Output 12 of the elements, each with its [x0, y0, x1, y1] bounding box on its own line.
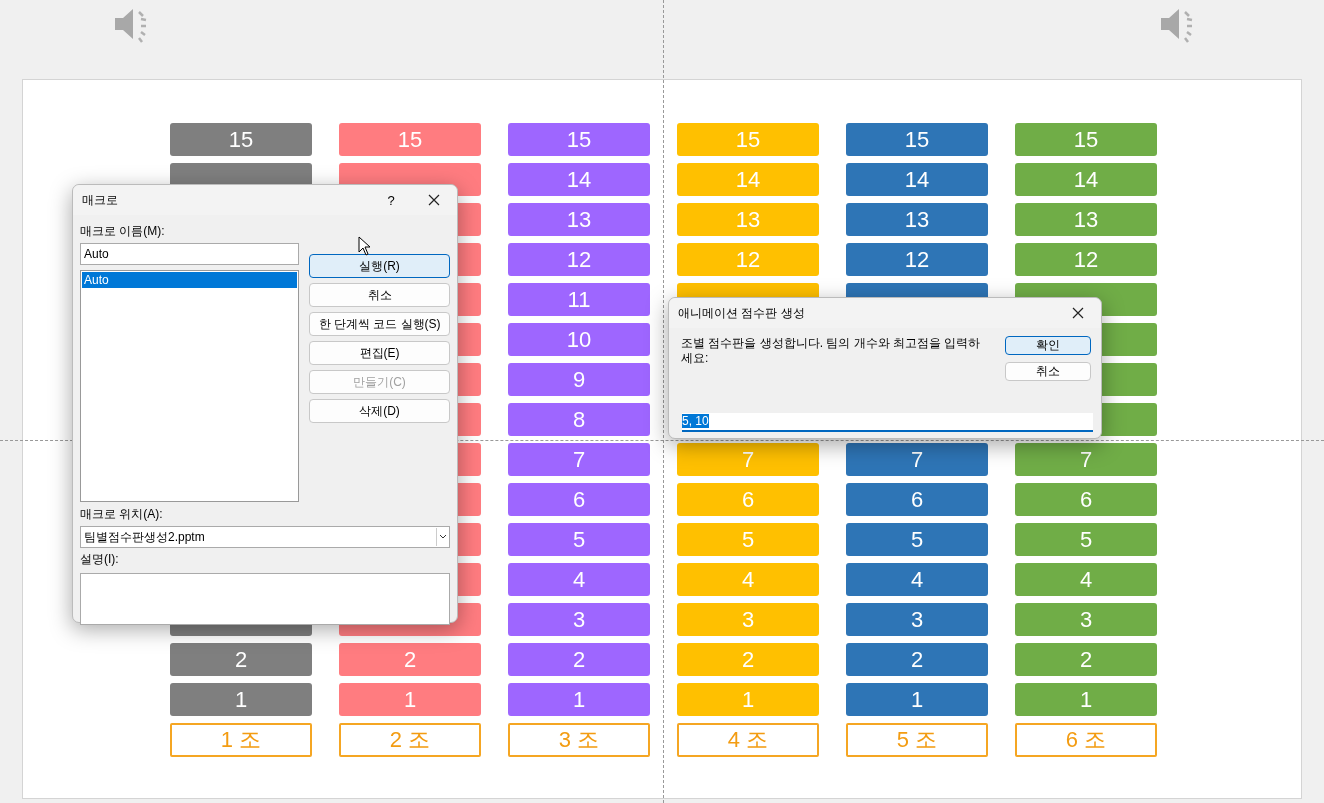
team-label: 1 조: [170, 723, 312, 757]
field-label: 매크로 이름(M):: [80, 223, 166, 240]
field-label: 설명(I):: [80, 551, 120, 568]
team-label: 3 조: [508, 723, 650, 757]
dialog-title: 애니메이션 점수판 생성: [678, 304, 806, 322]
team-label: 4 조: [677, 723, 819, 757]
team-label: 6 조: [1015, 723, 1157, 757]
team-label: 2 조: [339, 723, 481, 757]
prompt-message: 조별 점수판을 생성합니다. 팀의 개수와 최고점을 입력하세요:: [681, 336, 981, 367]
team-label: 5 조: [846, 723, 988, 757]
field-label: 매크로 위치(A):: [80, 506, 164, 523]
dialog-title: 매크로: [82, 191, 119, 209]
